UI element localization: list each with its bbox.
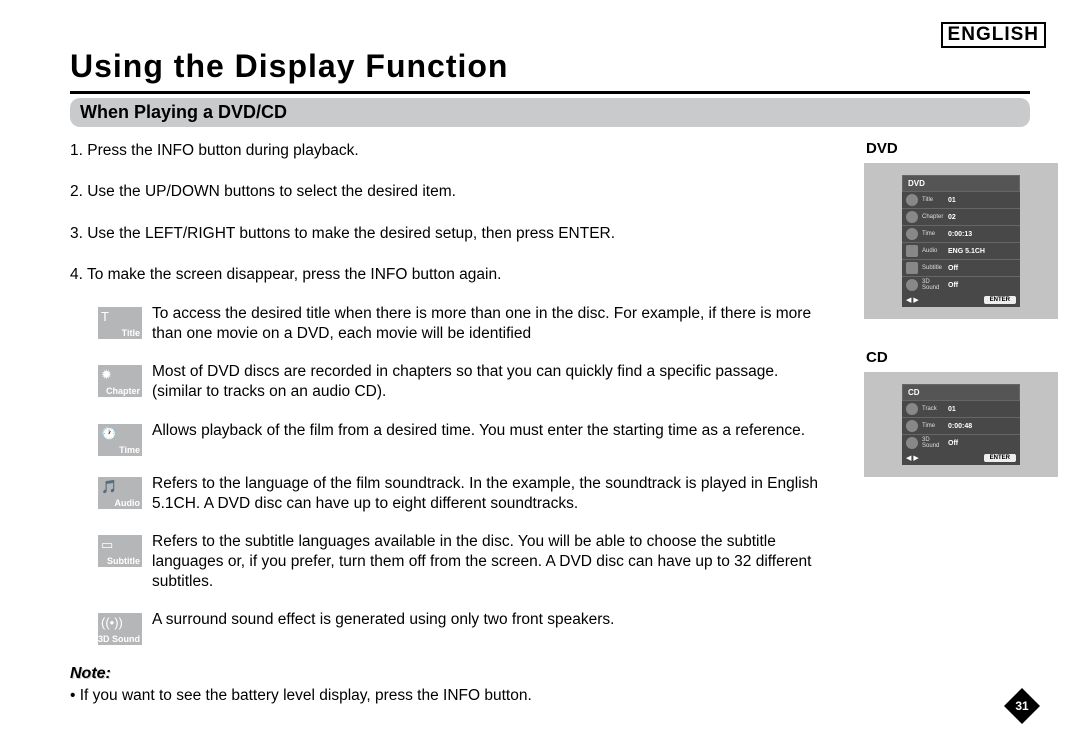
language-indicator: ENGLISH [941, 22, 1046, 48]
feature-text: Refers to the language of the film sound… [152, 474, 830, 514]
cd-osd-panel: CD Track01 Time0:00:48 3D SoundOff ◀ ▶ E… [864, 372, 1058, 477]
osd-column: DVD DVD Title01 Chapter02 Time0:00:13 Au… [864, 140, 1064, 507]
step-item: 2. Use the UP/DOWN buttons to select the… [70, 180, 830, 203]
section-header: When Playing a DVD/CD [70, 98, 1030, 127]
subtitle-icon: ▭ Subtitle [98, 535, 142, 567]
feature-text: A surround sound effect is generated usi… [152, 610, 614, 645]
feature-chapter: ✹ Chapter Most of DVD discs are recorded… [98, 362, 830, 402]
osd-head: DVD [902, 175, 1020, 192]
feature-time: 🕐 Time Allows playback of the film from … [98, 421, 830, 456]
note-text: • If you want to see the battery level d… [70, 687, 830, 705]
osd-enter: ENTER [984, 454, 1016, 462]
page-title: Using the Display Function [70, 48, 1030, 85]
title-rule [70, 91, 1030, 94]
feature-audio: 🎵 Audio Refers to the language of the fi… [98, 474, 830, 514]
step-item: 4. To make the screen disappear, press t… [70, 263, 830, 286]
feature-3dsound: ((•)) 3D Sound A surround sound effect i… [98, 610, 830, 645]
step-item: 3. Use the LEFT/RIGHT buttons to make th… [70, 222, 830, 245]
audio-icon: 🎵 Audio [98, 477, 142, 509]
cd-osd-label: CD [866, 349, 1064, 366]
note-heading: Note: [70, 665, 830, 683]
step-item: 1. Press the INFO button during playback… [70, 139, 830, 162]
time-icon: 🕐 Time [98, 424, 142, 456]
osd-head: CD [902, 384, 1020, 401]
dvd-osd-panel: DVD Title01 Chapter02 Time0:00:13 AudioE… [864, 163, 1058, 319]
dvd-osd-label: DVD [866, 140, 1064, 157]
step-list: 1. Press the INFO button during playback… [70, 139, 830, 286]
feature-text: Refers to the subtitle languages availab… [152, 532, 830, 592]
osd-arrows: ◀ ▶ [906, 296, 919, 304]
feature-title: T Title To access the desired title when… [98, 304, 830, 344]
chapter-icon: ✹ Chapter [98, 365, 142, 397]
feature-subtitle: ▭ Subtitle Refers to the subtitle langua… [98, 532, 830, 592]
feature-text: Allows playback of the film from a desir… [152, 421, 805, 456]
osd-arrows: ◀ ▶ [906, 454, 919, 462]
osd-enter: ENTER [984, 296, 1016, 304]
threed-icon: ((•)) 3D Sound [98, 613, 142, 645]
feature-text: Most of DVD discs are recorded in chapte… [152, 362, 830, 402]
title-icon: T Title [98, 307, 142, 339]
page-number-badge: 31 [1004, 688, 1040, 724]
feature-text: To access the desired title when there i… [152, 304, 830, 344]
